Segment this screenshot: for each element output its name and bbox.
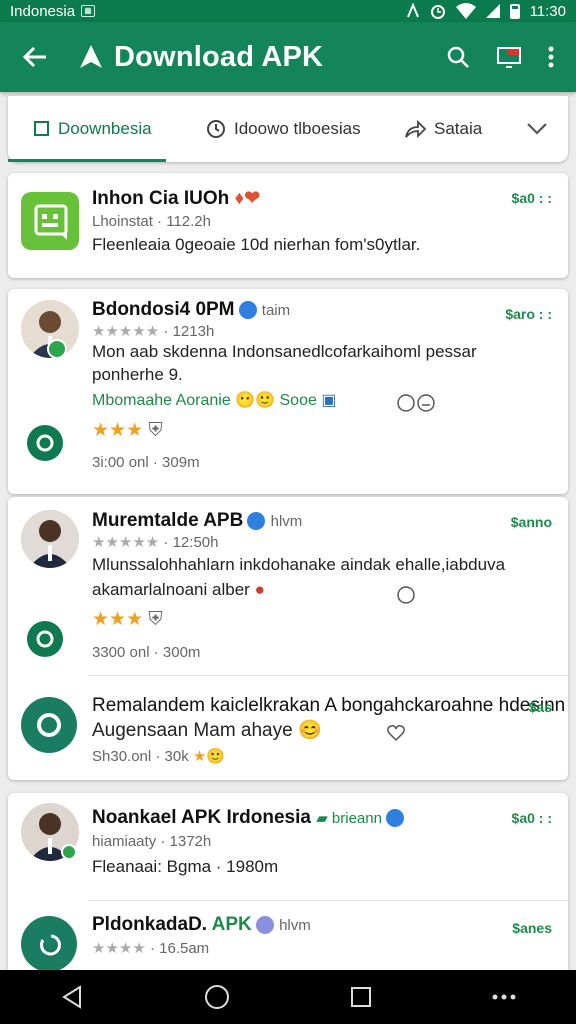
verified-icon <box>247 511 266 530</box>
post-author: Muremtalde APB hlvm <box>92 510 303 531</box>
recents-nav-icon[interactable] <box>350 986 372 1008</box>
post-meta: ★★★★★ · 1213h <box>92 323 215 340</box>
app-name: Inhon Cia IUOh ♦❤ <box>92 188 261 209</box>
tab-downloads[interactable]: Doownbesia <box>8 96 166 162</box>
message-button[interactable] <box>21 916 77 972</box>
tab-share[interactable]: Sataia <box>364 96 504 162</box>
app-price: $a0 : : <box>511 190 552 206</box>
verified-icon <box>385 808 404 827</box>
reaction-icon[interactable] <box>396 393 416 413</box>
tab-bar: Doownbesia Idoowo tlboesias Sataia <box>8 96 568 162</box>
message-button[interactable] <box>21 697 77 753</box>
app-icon <box>21 192 79 250</box>
tabs-expand-button[interactable] <box>526 96 568 162</box>
more-vert-icon[interactable] <box>548 45 554 69</box>
reply-text: Remalandem kaiclelkrakan A bongahckaroah… <box>92 695 566 716</box>
signal-icon <box>485 4 500 18</box>
chat-bubble-icon <box>37 713 61 737</box>
more-horiz-icon[interactable] <box>492 993 516 1001</box>
app-description: Fleenleaia 0geoaie 10d nierhan fom's0ytl… <box>92 235 421 254</box>
comment-button[interactable] <box>27 621 63 657</box>
wifi-icon <box>455 3 476 19</box>
post-meta: ★★★★★ · 12:50h <box>92 534 219 551</box>
post-meta: hiamiaaty · 1372h <box>92 833 212 850</box>
post-card[interactable]: Bdondosi4 0PM taim $aro : : ★★★★★ · 1213… <box>8 289 568 494</box>
clock-icon <box>207 120 225 138</box>
sim-icon: ▦ <box>81 5 96 17</box>
post-tags: Mbomaahe Aoranie 😶🙂 Sooe ▣ <box>92 392 337 409</box>
back-button[interactable] <box>0 22 70 92</box>
post-author: PldonkadaD. APK hlvm <box>92 914 311 935</box>
post-stats: 3i:00 onl · 309m <box>92 454 200 471</box>
post-text-cont: ponherhe 9. <box>92 365 183 384</box>
share-icon <box>405 119 426 139</box>
post-price: $anno <box>510 514 552 530</box>
verified-icon <box>255 915 274 934</box>
page-title: Download APK <box>114 40 324 73</box>
square-icon <box>34 121 49 136</box>
rating-stars: ★★★ ⛨ <box>92 420 163 441</box>
refresh-icon <box>40 934 61 956</box>
post-price: $a0 : : <box>511 810 552 826</box>
divider <box>88 675 568 676</box>
app-card[interactable]: Inhon Cia IUOh ♦❤ $a0 : : Lhoinstat · 11… <box>8 173 568 278</box>
post-meta: ★★★★ · 16.5am <box>92 940 210 957</box>
verified-badge-icon <box>47 339 67 359</box>
status-bar: Indonesia ▦ 11:30 <box>0 0 576 22</box>
carrier-label: Indonesia <box>10 2 76 20</box>
rating-stars: ★★★ ⛨ <box>92 609 163 630</box>
reply-stats: Sh30.onl · 30k ★🙂 <box>92 748 226 765</box>
arrow-left-icon <box>22 46 46 68</box>
avatar <box>21 510 79 568</box>
post-text: Fleanaai: Bgma · 1980m <box>92 857 279 876</box>
cast-screen-icon[interactable] <box>496 45 522 69</box>
tab-label: Doownbesia <box>58 119 152 138</box>
battery-icon <box>509 3 520 19</box>
post-text: Mlunssalohhahlarn inkdohanake aindak eha… <box>92 555 506 574</box>
alarm-icon <box>430 5 445 19</box>
chat-bubble-icon <box>36 630 54 648</box>
system-nav-bar <box>0 970 576 1024</box>
post-author: Bdondosi4 0PM taim <box>92 299 291 320</box>
post-stats: 3300 onl · 300m <box>92 644 201 661</box>
heart-icon[interactable] <box>386 723 406 743</box>
nfc-icon <box>406 3 419 18</box>
search-icon[interactable] <box>446 45 470 69</box>
chat-bubble-icon <box>36 434 54 452</box>
post-card[interactable]: Muremtalde APB hlvm $anno ★★★★★ · 12:50h… <box>8 497 568 780</box>
post-card[interactable]: Noankael APK Irdonesia ▰ brieann $a0 : :… <box>8 793 568 972</box>
reply-price: $as <box>528 699 552 715</box>
app-logo-icon <box>80 45 102 68</box>
verified-badge-icon <box>61 844 77 860</box>
emoji-icon[interactable] <box>416 393 436 413</box>
post-price: $anes <box>512 920 552 936</box>
comment-button[interactable] <box>27 425 63 461</box>
app-bar: Download APK <box>0 22 576 92</box>
tab-label: Sataia <box>434 119 483 138</box>
app-meta: Lhoinstat · 112.2h <box>92 213 211 230</box>
chevron-down-icon <box>527 123 547 135</box>
post-price: $aro : : <box>505 306 552 322</box>
post-text: Mon aab skdenna Indonsanedlcofarkaihoml … <box>92 342 477 361</box>
divider <box>88 900 568 901</box>
clock-time: 11:30 <box>529 2 566 20</box>
home-nav-icon[interactable] <box>204 984 230 1010</box>
reply-text-cont: Augensaan Mam ahaye 😊 <box>92 720 322 741</box>
back-nav-icon[interactable] <box>60 985 84 1009</box>
tab-label: Idoowo tlboesias <box>234 119 361 138</box>
tab-indonesia[interactable]: Idoowo tlboesias <box>166 96 364 162</box>
reaction-icon[interactable] <box>396 585 416 605</box>
post-text-cont: akamarlalnoani alber ● <box>92 580 265 599</box>
verified-icon <box>238 300 257 319</box>
post-author: Noankael APK Irdonesia ▰ brieann <box>92 807 404 829</box>
